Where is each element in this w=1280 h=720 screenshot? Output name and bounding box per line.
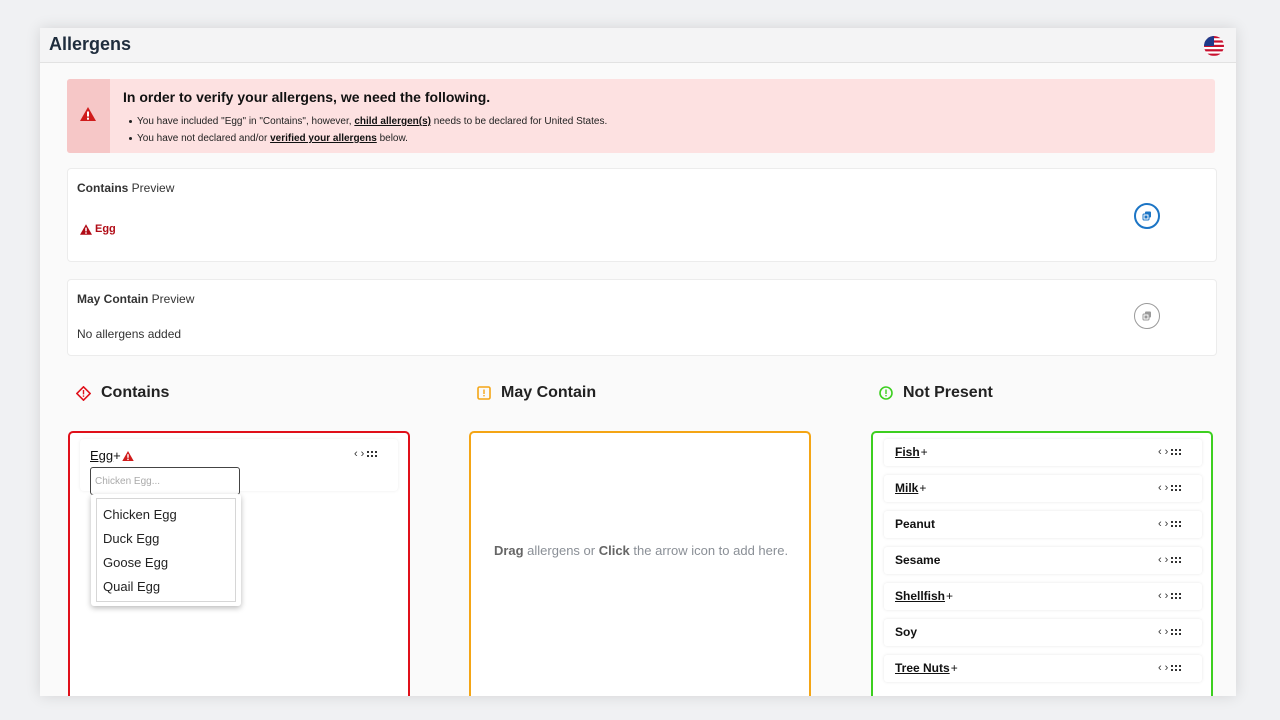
contains-preview-label: Contains Preview	[77, 181, 175, 195]
verification-alert: In order to verify your allergens, we ne…	[67, 79, 1215, 153]
move-left-icon[interactable]: ‹	[1158, 591, 1162, 602]
not-present-row[interactable]: Tree Nuts + ‹ ›	[884, 655, 1202, 682]
child-allergen-input[interactable]	[90, 467, 240, 495]
copy-may-contain-button[interactable]	[1134, 303, 1160, 329]
may-contain-heading: May Contain	[477, 384, 596, 402]
dropzone-empty-hint: Drag allergens or Click the arrow icon t…	[493, 543, 789, 558]
allergen-name: Tree Nuts +	[895, 661, 958, 675]
page-title: Allergens	[49, 34, 132, 54]
child-allergen-dropdown: Chicken Egg Duck Egg Goose Egg Quail Egg	[91, 494, 241, 606]
warning-icon	[80, 223, 92, 235]
alert-side	[67, 79, 110, 153]
item-controls: ‹ ›	[1158, 447, 1182, 458]
allergen-name: Shellfish +	[895, 589, 954, 603]
drag-handle-icon[interactable]	[1171, 629, 1182, 636]
move-left-icon[interactable]: ‹	[1158, 519, 1162, 530]
item-controls: ‹ ›	[1158, 555, 1182, 566]
alert-list: You have included "Egg" in "Contains", h…	[128, 113, 607, 147]
contains-preview-card: Contains Preview Egg	[67, 168, 1217, 262]
diamond-warning-icon	[76, 385, 91, 401]
not-present-row[interactable]: Soy ‹ ›	[884, 619, 1202, 646]
move-left-icon[interactable]: ‹	[1158, 627, 1162, 638]
move-left-icon[interactable]: ‹	[1158, 555, 1162, 566]
allergen-name-egg: Egg +	[90, 448, 134, 463]
item-controls: ‹ ›	[1158, 519, 1182, 530]
move-right-icon[interactable]: ›	[1165, 519, 1169, 530]
option-duck-egg[interactable]: Duck Egg	[103, 531, 159, 546]
move-right-icon[interactable]: ›	[1165, 663, 1169, 674]
allergen-name: Milk +	[895, 481, 927, 495]
may-contain-preview-label: May Contain Preview	[77, 292, 195, 306]
contains-preview-value: Egg	[80, 223, 116, 235]
move-right-icon[interactable]: ›	[1165, 591, 1169, 602]
copy-contains-button[interactable]	[1134, 203, 1160, 229]
allergen-name: Sesame	[895, 553, 941, 567]
may-contain-preview-card: May Contain Preview No allergens added	[67, 279, 1217, 356]
child-allergens-link[interactable]: child allergen(s)	[354, 116, 431, 127]
alert-item-verify: You have not declared and/or verified yo…	[128, 130, 607, 147]
drag-handle-icon[interactable]	[1171, 449, 1182, 456]
move-left-icon[interactable]: ‹	[1158, 663, 1162, 674]
drag-handle-icon[interactable]	[1171, 557, 1182, 564]
warning-icon	[122, 450, 134, 461]
option-quail-egg[interactable]: Quail Egg	[103, 579, 160, 594]
may-contain-dropzone[interactable]: Drag allergens or Click the arrow icon t…	[469, 431, 811, 696]
contains-dropzone[interactable]: Egg+ ‹ › Chicken Egg Duck Egg Goose Egg …	[68, 431, 410, 696]
not-present-row[interactable]: Milk + ‹ ›	[884, 475, 1202, 502]
allergen-name: Soy	[895, 625, 918, 639]
not-present-heading: Not Present	[879, 384, 993, 402]
allergen-name: Peanut	[895, 517, 936, 531]
alert-item-child-allergens: You have included "Egg" in "Contains", h…	[128, 113, 607, 130]
item-controls: ‹ ›	[1158, 591, 1182, 602]
move-right-icon[interactable]: ›	[1165, 627, 1169, 638]
drag-handle-icon[interactable]	[367, 451, 378, 458]
move-left-icon[interactable]: ‹	[1158, 483, 1162, 494]
item-controls: ‹ ›	[354, 449, 378, 460]
copy-icon	[1142, 211, 1151, 221]
move-left-icon[interactable]: ‹	[354, 449, 358, 460]
move-left-icon[interactable]: ‹	[1158, 447, 1162, 458]
not-present-row[interactable]: Sesame ‹ ›	[884, 547, 1202, 574]
move-right-icon[interactable]: ›	[1165, 483, 1169, 494]
verified-allergens-link[interactable]: verified your allergens	[270, 133, 377, 144]
not-present-row[interactable]: Fish + ‹ ›	[884, 439, 1202, 466]
title-bar: Allergens	[40, 28, 1236, 63]
dropdown-list: Chicken Egg Duck Egg Goose Egg Quail Egg	[96, 498, 236, 602]
item-controls: ‹ ›	[1158, 663, 1182, 674]
not-present-row[interactable]: Shellfish + ‹ ›	[884, 583, 1202, 610]
circle-info-icon	[879, 386, 893, 400]
move-right-icon[interactable]: ›	[1165, 447, 1169, 458]
item-controls: ‹ ›	[1158, 627, 1182, 638]
drag-handle-icon[interactable]	[1171, 593, 1182, 600]
not-present-row[interactable]: Peanut ‹ ›	[884, 511, 1202, 538]
may-contain-preview-value: No allergens added	[77, 327, 182, 341]
drag-handle-icon[interactable]	[1171, 485, 1182, 492]
allergen-card-egg[interactable]: Egg + ‹ ›	[80, 439, 398, 495]
contains-heading: Contains	[76, 384, 169, 402]
option-chicken-egg[interactable]: Chicken Egg	[103, 507, 177, 522]
warning-icon	[80, 107, 96, 121]
allergens-window: Allergens In order to verify your allerg…	[40, 28, 1236, 696]
us-flag-icon[interactable]	[1203, 35, 1225, 57]
drag-handle-icon[interactable]	[1171, 665, 1182, 672]
copy-icon	[1142, 311, 1151, 321]
move-right-icon[interactable]: ›	[1165, 555, 1169, 566]
item-controls: ‹ ›	[1158, 483, 1182, 494]
allergen-name: Fish +	[895, 445, 928, 459]
square-info-icon	[477, 386, 491, 400]
alert-title: In order to verify your allergens, we ne…	[123, 89, 491, 105]
option-goose-egg[interactable]: Goose Egg	[103, 555, 168, 570]
not-present-dropzone[interactable]: Fish + ‹ › Milk + ‹ › Peanut ‹ › Sesame ‹ › Shellfish +…	[871, 431, 1213, 696]
drag-handle-icon[interactable]	[1171, 521, 1182, 528]
move-right-icon[interactable]: ›	[361, 449, 365, 460]
